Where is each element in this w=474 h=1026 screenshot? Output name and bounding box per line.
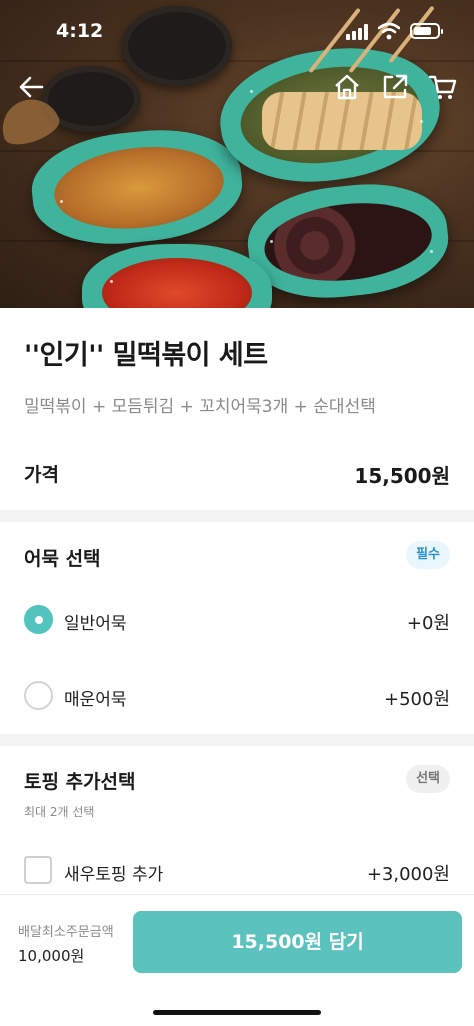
min-order-label: 배달최소주문금액	[18, 925, 114, 940]
checkbox[interactable]	[24, 856, 52, 884]
share-icon	[383, 74, 408, 99]
section-divider	[0, 734, 474, 746]
section-divider	[0, 510, 474, 522]
price-row: 가격 15,500원	[24, 458, 450, 488]
product-subtitle: 밀떡볶이 + 모듬튀김 + 꼬치어묵3개 + 순대선택	[24, 397, 376, 417]
cart-button[interactable]	[428, 72, 458, 102]
cart-icon	[428, 75, 457, 99]
option-price: +0원	[406, 613, 450, 634]
section-title-toppings: 토핑 추가선택	[24, 771, 136, 793]
price-label: 가격	[24, 464, 59, 486]
optional-badge: 선택	[406, 765, 450, 793]
wifi-icon	[378, 22, 400, 40]
option-name: 일반어묵	[64, 614, 127, 634]
selection-limit-hint: 최대 2개 선택	[24, 805, 95, 819]
arrow-left-icon	[19, 76, 44, 98]
option-regular-fishcake[interactable]: 일반어묵 +0원	[24, 605, 450, 635]
section-title-fishcake: 어묵 선택	[24, 548, 101, 570]
product-title: ''인기'' 밀떡볶이 세트	[24, 340, 268, 371]
price-value: 15,500원	[354, 464, 450, 488]
battery-icon	[410, 23, 443, 39]
option-name: 새우토핑 추가	[64, 865, 164, 885]
back-button[interactable]	[16, 72, 46, 102]
option-name: 매운어묵	[64, 690, 127, 710]
option-spicy-fishcake[interactable]: 매운어묵 +500원	[24, 681, 450, 711]
radio-button[interactable]	[24, 681, 53, 710]
add-to-cart-button[interactable]: 15,500원 담기	[133, 911, 462, 973]
option-price: +3,000원	[366, 864, 450, 885]
share-button[interactable]	[380, 72, 410, 102]
option-shrimp-topping[interactable]: 새우토핑 추가 +3,000원	[24, 856, 450, 886]
home-icon	[335, 74, 359, 100]
status-time: 4:12	[56, 20, 104, 42]
bottom-order-bar: 배달최소주문금액 10,000원 15,500원 담기	[0, 894, 474, 1026]
required-badge: 필수	[406, 541, 450, 569]
home-button[interactable]	[332, 72, 362, 102]
min-order-value: 10,000원	[18, 947, 85, 965]
home-indicator	[153, 1010, 321, 1015]
cellular-signal-icon	[346, 24, 372, 40]
radio-button-selected[interactable]	[24, 605, 53, 634]
option-price: +500원	[384, 689, 450, 710]
status-bar: 4:12	[0, 0, 474, 60]
